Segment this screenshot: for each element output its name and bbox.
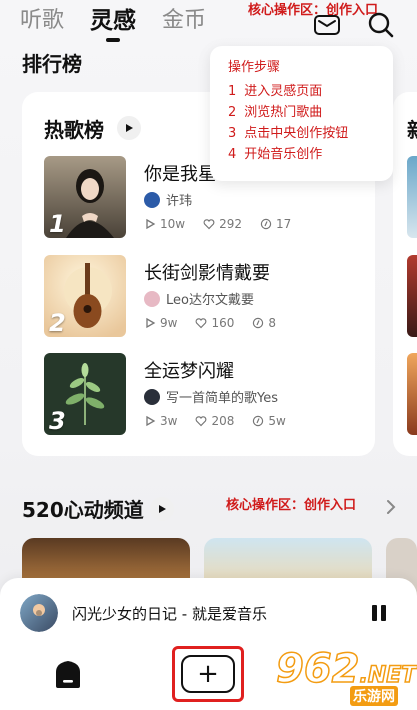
cover-song-icon bbox=[253, 415, 264, 427]
play-icon bbox=[126, 124, 133, 132]
watermark-subtext: 乐游网 bbox=[350, 686, 398, 706]
step-item: 3 点击中央创作按钮 bbox=[228, 126, 349, 141]
play-icon bbox=[159, 505, 166, 513]
song-title: 你是我星 bbox=[144, 164, 216, 185]
song-stats: 9w 160 8 bbox=[144, 316, 276, 330]
tab-inspiration[interactable]: 灵感 bbox=[90, 4, 136, 38]
song-title: 全运梦闪耀 bbox=[144, 361, 234, 382]
ranking-title: 排行榜 bbox=[22, 52, 82, 76]
tab-coins[interactable]: 金币 bbox=[162, 4, 206, 38]
top-tab-bar: 听歌 灵感 金币 bbox=[20, 4, 206, 38]
now-playing-title[interactable]: 闪光少女的日记 - 就是爱音乐 bbox=[72, 603, 267, 624]
song-stats: 10w 292 17 bbox=[144, 217, 291, 231]
play-count-icon bbox=[146, 317, 156, 329]
next-chart-title: 新 bbox=[407, 114, 417, 143]
steps-popup: 操作步骤 1 进入灵感页面 2 浏览热门歌曲 3 点击中央创作按钮 4 开始音乐创作 bbox=[210, 46, 393, 181]
next-chart-cover bbox=[407, 156, 417, 238]
plus-icon: + bbox=[181, 655, 235, 693]
steps-title: 操作步骤 bbox=[228, 60, 281, 75]
step-item: 2 浏览热门歌曲 bbox=[228, 105, 323, 120]
cover-song-icon bbox=[253, 317, 264, 329]
mail-icon[interactable] bbox=[312, 10, 342, 40]
mini-player: 闪光少女的日记 - 就是爱音乐 + 962.NET 乐游网 bbox=[0, 578, 417, 710]
next-chart-cover bbox=[407, 255, 417, 337]
rank-number: 3 bbox=[49, 407, 66, 435]
artist-avatar bbox=[144, 290, 160, 307]
cover-song-icon bbox=[260, 218, 272, 230]
heart-icon bbox=[203, 219, 215, 230]
rank-number: 2 bbox=[49, 309, 66, 337]
song-cover: 3 bbox=[44, 353, 126, 435]
next-chart-card[interactable]: 新 bbox=[393, 92, 417, 456]
play-count-icon bbox=[146, 218, 156, 230]
song-title: 长街剑影情戴要 bbox=[144, 263, 270, 284]
artist-avatar bbox=[144, 191, 160, 208]
next-chart-cover bbox=[407, 353, 417, 435]
hot-chart-title: 热歌榜 bbox=[44, 118, 104, 142]
home-icon[interactable] bbox=[52, 658, 84, 690]
song-cover: 2 bbox=[44, 255, 126, 337]
search-icon[interactable] bbox=[366, 10, 396, 40]
now-playing-cover[interactable] bbox=[20, 594, 58, 632]
create-button[interactable]: + bbox=[172, 646, 244, 702]
song-cover: 1 bbox=[44, 156, 126, 238]
annotation-label-channel: 核心操作区：创作入口 bbox=[226, 498, 357, 513]
channel-title: 520心动频道 bbox=[22, 498, 144, 522]
song-row[interactable]: 3 全运梦闪耀 写一首简单的歌Yes 3w 208 5w bbox=[44, 353, 364, 435]
song-stats: 3w 208 5w bbox=[144, 414, 286, 428]
song-artist: Leo达尔文戴要 bbox=[144, 289, 254, 308]
tab-listen[interactable]: 听歌 bbox=[20, 4, 64, 38]
chevron-right-icon[interactable] bbox=[384, 498, 398, 516]
heart-icon bbox=[196, 318, 207, 329]
pause-icon[interactable] bbox=[368, 602, 390, 624]
artist-avatar bbox=[144, 388, 160, 405]
rank-number: 1 bbox=[49, 210, 66, 238]
step-item: 1 进入灵感页面 bbox=[228, 84, 323, 99]
song-row[interactable]: 2 长街剑影情戴要 Leo达尔文戴要 9w 160 8 bbox=[44, 255, 364, 337]
heart-icon bbox=[196, 416, 207, 427]
hot-chart-play-button[interactable] bbox=[117, 116, 141, 140]
song-artist: 写一首简单的歌Yes bbox=[144, 387, 278, 406]
watermark-logo: 962.NET 乐游网 bbox=[275, 645, 417, 710]
step-item: 4 开始音乐创作 bbox=[228, 147, 323, 162]
channel-play-button[interactable] bbox=[150, 497, 174, 521]
play-count-icon bbox=[146, 415, 156, 427]
song-artist: 许玮 bbox=[144, 190, 192, 209]
